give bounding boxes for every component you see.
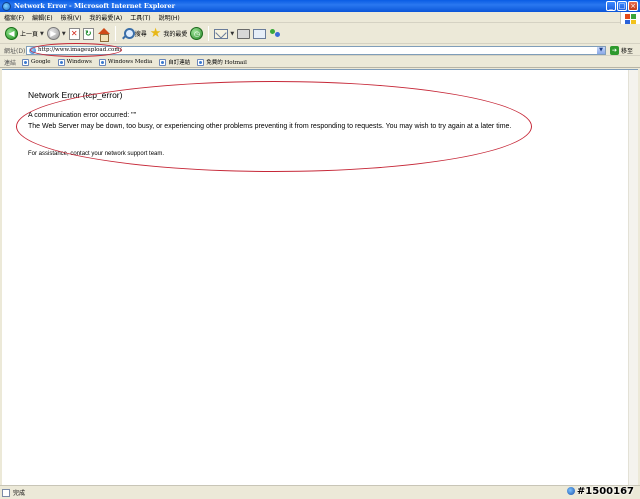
- address-label: 網址(D): [4, 47, 26, 55]
- chevron-down-icon[interactable]: ▼: [230, 31, 234, 37]
- star-icon: ★: [149, 25, 162, 41]
- menu-edit[interactable]: 編輯(E): [32, 13, 52, 22]
- menu-tools[interactable]: 工具(T): [130, 13, 150, 22]
- links-bar: 連結 Google Windows Windows Media 自訂連結 免費的…: [0, 57, 640, 68]
- ie-logo-icon: [2, 1, 11, 11]
- link-page-icon: [22, 58, 30, 66]
- home-icon[interactable]: [97, 27, 110, 42]
- menu-help[interactable]: 說明(H): [159, 13, 180, 22]
- link-windows-media[interactable]: Windows Media: [98, 58, 153, 66]
- toolbar: ◀ 上一頁 ▼ ▶ ▼ ✕ ↻ 搜尋 ★ 我的最愛 ◷ ▼: [0, 24, 640, 44]
- address-url[interactable]: http://www.imageupload.com/: [38, 47, 121, 53]
- address-bar: 網址(D) http://www.imageupload.com/ ▼ ➔ 移至: [0, 45, 640, 56]
- link-hotmail[interactable]: 免費的 Hotmail: [197, 58, 247, 66]
- link-page-icon: [98, 58, 106, 66]
- page-icon: [29, 46, 36, 54]
- stop-icon[interactable]: ✕: [68, 27, 80, 40]
- search-label: 搜尋: [134, 31, 147, 38]
- maximize-button[interactable]: □: [617, 1, 627, 11]
- forward-button[interactable]: ▶ ▼: [46, 26, 66, 42]
- toolbar-separator: [208, 26, 210, 41]
- watermark: #1500167: [566, 486, 634, 497]
- page-content: Network Error (tcp_error) A communicatio…: [2, 69, 638, 486]
- address-dropdown-icon[interactable]: ▼: [597, 46, 605, 54]
- forward-arrow-icon: ▶: [46, 27, 60, 40]
- status-text: 完成: [13, 490, 26, 497]
- globe-icon: [566, 487, 575, 495]
- link-text: Windows: [66, 59, 92, 65]
- link-page-icon: [159, 58, 167, 66]
- watermark-text: #1500167: [576, 486, 634, 497]
- status-bar: 完成: [0, 485, 640, 499]
- link-text: Windows Media: [107, 59, 153, 65]
- link-windows[interactable]: Windows: [57, 58, 92, 66]
- minimize-button[interactable]: _: [606, 1, 616, 11]
- close-button[interactable]: ×: [628, 1, 638, 11]
- search-icon: [121, 27, 135, 40]
- go-button[interactable]: ➔ 移至: [610, 45, 634, 55]
- link-page-icon: [57, 58, 65, 66]
- link-google[interactable]: Google: [22, 58, 51, 66]
- refresh-icon[interactable]: ↻: [82, 27, 94, 40]
- search-button[interactable]: 搜尋: [121, 26, 147, 42]
- menu-favorites[interactable]: 我的最愛(A): [89, 13, 122, 22]
- favorites-label: 我的最愛: [163, 31, 188, 38]
- error-assistance: For assistance, contact your network sup…: [28, 151, 165, 157]
- edit-icon[interactable]: [253, 28, 267, 39]
- back-arrow-icon: ◀: [5, 27, 18, 40]
- back-label: 上一頁: [20, 31, 39, 38]
- chevron-down-icon[interactable]: ▼: [40, 31, 44, 37]
- menu-view[interactable]: 檢視(V): [61, 13, 82, 22]
- print-icon[interactable]: [237, 28, 251, 39]
- address-input[interactable]: http://www.imageupload.com/ ▼: [26, 45, 606, 55]
- error-message: A communication error occurred: "": [28, 112, 137, 119]
- menu-bar: 檔案(F) 編輯(E) 檢視(V) 我的最愛(A) 工具(T) 說明(H): [0, 12, 640, 23]
- link-page-icon: [197, 58, 205, 66]
- chevron-down-icon[interactable]: ▼: [62, 31, 66, 37]
- link-text: 自訂連結: [168, 60, 191, 66]
- go-label: 移至: [621, 47, 634, 55]
- status-page-icon: [2, 488, 10, 497]
- messenger-icon[interactable]: [269, 28, 282, 40]
- back-button[interactable]: ◀ 上一頁 ▼: [5, 26, 44, 42]
- link-text: Google: [31, 59, 51, 65]
- title-bar[interactable]: Network Error - Microsoft Internet Explo…: [0, 0, 640, 12]
- mail-icon: [214, 28, 229, 39]
- vertical-scrollbar[interactable]: [628, 70, 638, 486]
- toolbar-separator: [114, 26, 116, 41]
- favorites-button[interactable]: ★ 我的最愛: [150, 26, 188, 42]
- window-controls: _ □ ×: [606, 1, 638, 11]
- link-custom[interactable]: 自訂連結: [159, 58, 190, 66]
- links-label: 連結: [4, 59, 17, 67]
- history-icon[interactable]: ◷: [190, 27, 204, 40]
- window-title: Network Error - Microsoft Internet Explo…: [14, 2, 176, 10]
- menu-file[interactable]: 檔案(F): [4, 13, 24, 22]
- mail-button[interactable]: ▼: [214, 26, 234, 42]
- error-description: The Web Server may be down, too busy, or…: [28, 123, 512, 130]
- link-text: 免費的 Hotmail: [206, 60, 247, 66]
- go-arrow-icon: ➔: [610, 45, 619, 55]
- error-title: Network Error (tcp_error): [28, 90, 123, 100]
